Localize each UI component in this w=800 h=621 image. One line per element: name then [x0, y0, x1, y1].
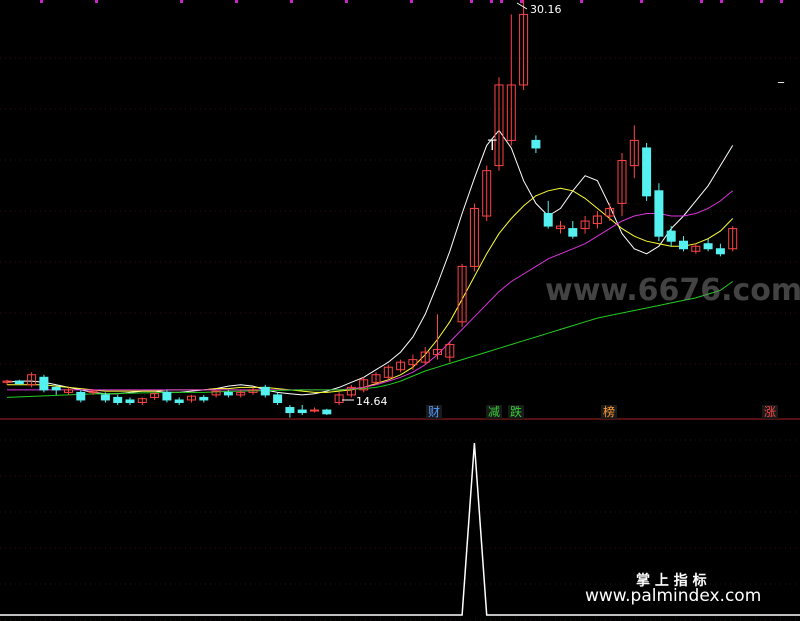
candle-body	[666, 230, 676, 242]
t-marker: T	[487, 138, 497, 154]
candle-body	[199, 396, 209, 401]
candle-body	[310, 409, 319, 412]
candle-body	[285, 407, 295, 414]
high-price-label: 30.16	[530, 3, 562, 16]
candle-body	[174, 399, 184, 403]
top-tick	[470, 0, 473, 3]
candle-body	[642, 147, 652, 197]
brand-url: www.palmindex.com	[585, 586, 762, 606]
candle-body	[113, 396, 123, 403]
top-tick	[95, 0, 98, 3]
top-tick	[520, 0, 523, 3]
top-tick	[720, 0, 723, 3]
top-tick	[40, 0, 43, 3]
event-tag-cai: 财	[426, 405, 443, 419]
candle-body	[715, 248, 725, 255]
candle-body	[568, 228, 578, 237]
candle-body	[100, 394, 110, 401]
candle-body	[543, 212, 553, 227]
top-tick	[345, 0, 348, 3]
candle-body	[125, 399, 135, 403]
top-tick	[780, 0, 783, 3]
top-tick	[760, 0, 763, 3]
dash-marker: _	[777, 69, 785, 83]
low-price-label: 14.64	[356, 395, 388, 408]
candle-body	[162, 391, 172, 401]
top-tick	[290, 0, 293, 3]
candle-body	[273, 394, 283, 403]
top-tick	[490, 0, 493, 3]
candle-body	[654, 190, 664, 237]
event-tag-bang: 榜	[601, 405, 618, 419]
candle-body	[76, 391, 86, 401]
candle-body	[223, 391, 233, 396]
candle-body	[51, 386, 61, 391]
candle-body	[260, 386, 270, 396]
top-tick	[410, 0, 413, 3]
event-tag-die: 跌	[508, 405, 525, 419]
top-tick	[640, 0, 643, 3]
event-tag-zhang: 涨	[762, 405, 779, 419]
candle-body	[322, 409, 332, 415]
candle-body	[679, 240, 688, 250]
candle-body	[39, 376, 49, 391]
top-tick	[180, 0, 183, 3]
top-tick	[700, 0, 703, 3]
candle-body	[531, 139, 541, 149]
stock-chart: 30.16 14.64 T _ www.6676.com	[0, 0, 800, 621]
faint-watermark: www.6676.com	[545, 273, 800, 308]
top-tick	[580, 0, 583, 3]
candle-body	[297, 409, 307, 414]
candle-body	[14, 380, 24, 385]
top-tick	[235, 0, 238, 3]
candle-body	[703, 243, 713, 250]
chart-background	[0, 0, 800, 621]
event-tag-jian: 减	[486, 405, 503, 419]
top-tick	[500, 0, 503, 3]
